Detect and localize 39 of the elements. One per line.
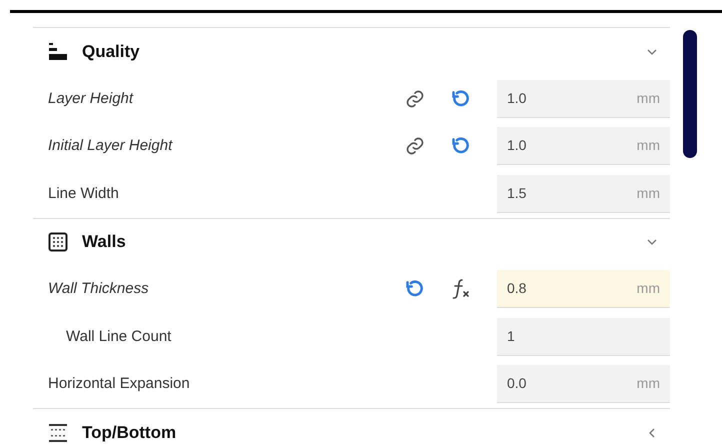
- field-value: 0.0: [507, 374, 526, 394]
- field-value: 0.8: [507, 279, 526, 298]
- setting-label: Wall Line Count: [65, 326, 172, 346]
- unit-label: mm: [636, 184, 660, 203]
- grid-box-icon: [48, 232, 68, 252]
- setting-label: Horizontal Expansion: [48, 374, 190, 394]
- value-field[interactable]: 1.0 mm: [497, 80, 670, 118]
- setting-label: Layer Height: [48, 88, 134, 108]
- setting-label: Initial Layer Height: [48, 136, 172, 156]
- scrollbar-thumb[interactable]: [683, 30, 697, 158]
- unit-label: mm: [636, 279, 660, 298]
- stacked-lines-icon: [48, 422, 68, 442]
- setting-label: Line Width: [48, 184, 119, 204]
- field-value: 1.0: [507, 136, 526, 156]
- layers-icon: [48, 42, 68, 62]
- section-header[interactable]: Top/Bottom: [33, 409, 670, 447]
- link-icon[interactable]: [405, 88, 425, 109]
- value-field[interactable]: 1.0 mm: [497, 127, 670, 166]
- reset-icon[interactable]: [405, 279, 425, 300]
- field-value: 1: [507, 326, 515, 346]
- section-header[interactable]: Walls: [33, 218, 670, 266]
- field-value: 1.0: [507, 88, 526, 108]
- section-title: Walls: [82, 231, 126, 254]
- reset-icon[interactable]: [451, 88, 471, 109]
- field-value: 1.5: [507, 184, 526, 203]
- section-title: Top/Bottom: [82, 422, 176, 444]
- setting-label: Wall Thickness: [48, 279, 149, 299]
- unit-label: mm: [636, 136, 660, 156]
- value-field[interactable]: 1.5 mm: [497, 174, 670, 213]
- value-field[interactable]: 1: [497, 318, 670, 356]
- reset-icon[interactable]: [451, 136, 471, 156]
- section-header[interactable]: Quality: [33, 28, 670, 75]
- unit-label: mm: [636, 374, 660, 394]
- section-title: Quality: [82, 40, 140, 63]
- link-icon[interactable]: [405, 136, 425, 156]
- unit-label: mm: [636, 88, 660, 108]
- function-icon[interactable]: [451, 278, 471, 300]
- value-field[interactable]: 0.0 mm: [497, 365, 670, 404]
- value-field[interactable]: 0.8 mm: [497, 270, 670, 308]
